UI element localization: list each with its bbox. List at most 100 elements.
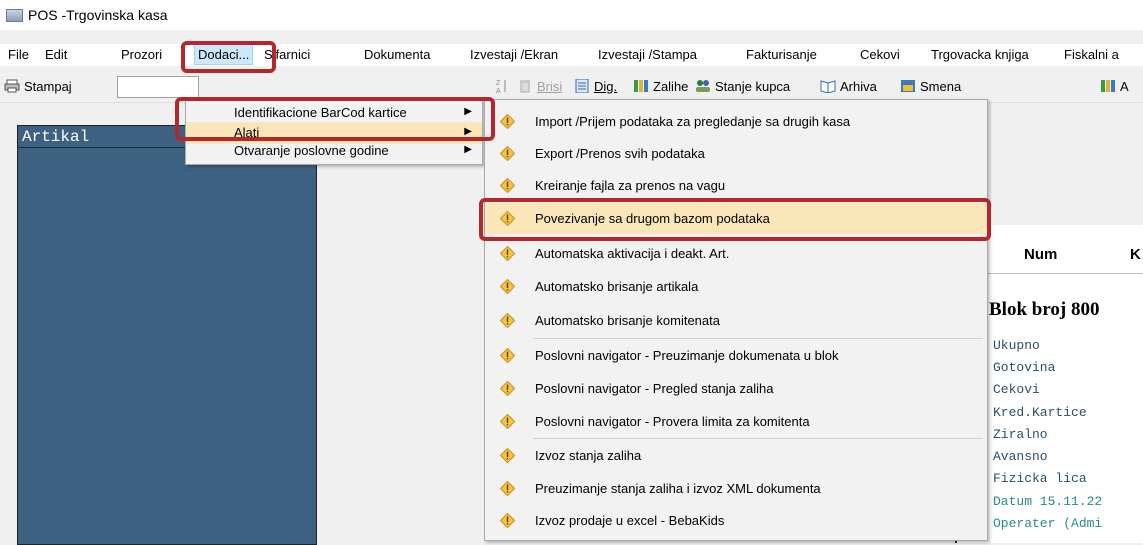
dig-button[interactable]: Dig. xyxy=(574,76,617,96)
menu-fiskalni[interactable]: Fiskalni a xyxy=(1064,47,1119,62)
menu-item-import[interactable]: Import /Prijem podataka za pregledanje s… xyxy=(485,106,987,137)
menu-item-brisanje-komitenata[interactable]: Automatsko brisanje komitenata xyxy=(485,305,987,336)
book-open-icon xyxy=(820,80,836,93)
menu-prozori[interactable]: Prozori xyxy=(121,47,162,62)
menu-item-label: Automatsko brisanje artikala xyxy=(535,279,699,294)
menu-item-label: Izvoz stanja zaliha xyxy=(535,448,642,463)
dig-label: Dig. xyxy=(594,78,618,94)
menu-item-navigator-pregled[interactable]: Poslovni navigator - Pregled stanja zali… xyxy=(485,373,987,404)
menu-item-label: Import /Prijem podataka za pregledanje s… xyxy=(535,114,851,129)
menu-item-navigator-preuzimanje[interactable]: Poslovni navigator - Preuzimanje dokumen… xyxy=(485,340,987,371)
svg-text:Z: Z xyxy=(496,80,501,87)
title-bar: POS -Trgovinska kasa xyxy=(0,0,1143,30)
menu-trgovacka-knjiga[interactable]: Trgovacka knjiga xyxy=(931,47,1029,62)
menu-fakturisanje[interactable]: Fakturisanje xyxy=(746,47,817,62)
row-datum: Datum 15.11.22 xyxy=(993,494,1103,509)
menu-izvestaji-ekran[interactable]: Izvestaji /Ekran xyxy=(470,47,558,62)
smena-label: Smena xyxy=(920,78,962,94)
arhiva-button[interactable]: Arhiva xyxy=(820,76,877,96)
app-icon xyxy=(6,9,23,22)
smena-button[interactable]: Smena xyxy=(900,76,961,96)
toolbar-more-label: A xyxy=(1120,78,1129,94)
callout-povezivanje xyxy=(479,198,991,241)
artikal-panel[interactable]: Artikal xyxy=(17,125,317,545)
warning-icon xyxy=(500,448,515,463)
warning-icon xyxy=(500,481,515,496)
sort-az-icon: ZA xyxy=(496,80,506,94)
menu-item-label: Poslovni navigator - Pregled stanja zali… xyxy=(535,381,774,396)
menu-item-izvoz-stanja[interactable]: Izvoz stanja zaliha xyxy=(485,440,987,471)
menu-edit[interactable]: Edit xyxy=(45,47,67,62)
menu-item-export[interactable]: Export /Prenos svih podataka xyxy=(485,138,987,169)
row-operater: Operater (Admi xyxy=(993,516,1103,531)
warning-icon xyxy=(500,313,515,328)
menu-item-label: Kreiranje fajla za prenos na vagu xyxy=(535,178,726,193)
brisi-label: Brisi xyxy=(537,78,563,94)
trash-icon xyxy=(520,80,530,93)
menu-cekovi[interactable]: Cekovi xyxy=(860,47,900,62)
menu-separator xyxy=(533,438,983,439)
menu-item-label: Izvoz prodaje u excel - BebaKids xyxy=(535,513,725,528)
menu-item-label: Export /Prenos svih podataka xyxy=(535,146,705,161)
callout-dodaci xyxy=(181,41,276,73)
menu-item-label: Poslovni navigator - Preuzimanje dokumen… xyxy=(535,348,839,363)
menu-dokumenta[interactable]: Dokumenta xyxy=(364,47,430,62)
books-icon xyxy=(1101,80,1115,92)
warning-icon xyxy=(500,178,515,193)
printer-icon xyxy=(4,79,20,93)
menu-item-label: Automatsko brisanje komitenata xyxy=(535,313,720,328)
shift-icon xyxy=(901,80,915,92)
menu-item-izvoz-excel[interactable]: Izvoz prodaje u excel - BebaKids xyxy=(485,505,987,536)
menu-item-navigator-provera[interactable]: Poslovni navigator - Provera limita za k… xyxy=(485,406,987,437)
zalihe-label: Zalihe xyxy=(653,78,689,94)
stampaj-button[interactable]: Stampaj xyxy=(4,76,72,96)
window-title: POS -Trgovinska kasa xyxy=(28,7,168,23)
warning-icon xyxy=(500,414,515,429)
warning-icon xyxy=(500,513,515,528)
document-icon xyxy=(575,79,589,93)
menu-separator xyxy=(533,338,983,339)
row-fizicka-lica: Fizicka lica xyxy=(993,471,1087,486)
menu-bar: File Edit Prozori Dodaci... Sifarnici Do… xyxy=(0,44,1143,66)
arhiva-label: Arhiva xyxy=(840,78,877,94)
row-ukupno: Ukupno xyxy=(993,338,1040,353)
warning-icon xyxy=(500,348,515,363)
warning-icon xyxy=(500,381,515,396)
row-kred-kartice: Kred.Kartice xyxy=(993,405,1087,420)
menu-item-brisanje-artikala[interactable]: Automatsko brisanje artikala xyxy=(485,271,987,302)
menu-item-label: Automatska aktivacija i deakt. Art. xyxy=(535,246,730,261)
menu-item-kreiranje-fajla[interactable]: Kreiranje fajla za prenos na vagu xyxy=(485,170,987,201)
stanje-kupca-button[interactable]: Stanje kupca xyxy=(695,76,790,96)
menu-item-automatska-aktivacija[interactable]: Automatska aktivacija i deakt. Art. xyxy=(485,238,987,269)
row-cekovi: Cekovi xyxy=(993,382,1040,397)
menu-item-label: Preuzimanje stanja zaliha i izvoz XML do… xyxy=(535,481,821,496)
warning-icon xyxy=(500,246,515,261)
menu-izvestaji-stampa[interactable]: Izvestaji /Stampa xyxy=(598,47,697,62)
toolbar-more-button[interactable]: A xyxy=(1100,76,1129,96)
blok-title: Blok broj 800 xyxy=(989,299,1100,320)
row-avansno: Avansno xyxy=(993,449,1048,464)
sort-icon[interactable]: ZA xyxy=(496,76,508,96)
row-ziralno: Ziralno xyxy=(993,427,1048,442)
users-icon xyxy=(696,80,710,92)
stanje-kupca-label: Stanje kupca xyxy=(715,78,791,94)
warning-icon xyxy=(500,114,515,129)
svg-text:A: A xyxy=(496,88,501,94)
artikal-header: Artikal xyxy=(18,126,186,148)
menu-item-label: Poslovni navigator - Provera limita za k… xyxy=(535,414,810,429)
menu-file[interactable]: File xyxy=(8,47,29,62)
books-icon xyxy=(634,80,648,92)
submenu-item-otvaranje[interactable]: Otvaranje poslovne godine ▶ xyxy=(186,140,482,162)
artikal-header-label: Artikal xyxy=(22,128,90,146)
tab-k[interactable]: K xyxy=(1130,246,1141,263)
toolbar-combo[interactable] xyxy=(117,76,199,98)
zalihe-button[interactable]: Zalihe xyxy=(633,76,688,96)
arrow-right-icon: ▶ xyxy=(464,144,472,155)
callout-alati xyxy=(175,97,495,141)
alati-submenu: Import /Prijem podataka za pregledanje s… xyxy=(484,99,988,541)
brisi-button[interactable]: Brisi xyxy=(517,76,562,96)
row-gotovina: Gotovina xyxy=(993,360,1056,375)
menu-item-preuzimanje-xml[interactable]: Preuzimanje stanja zaliha i izvoz XML do… xyxy=(485,473,987,504)
warning-icon xyxy=(500,146,515,161)
tab-num[interactable]: Num xyxy=(1024,246,1057,263)
